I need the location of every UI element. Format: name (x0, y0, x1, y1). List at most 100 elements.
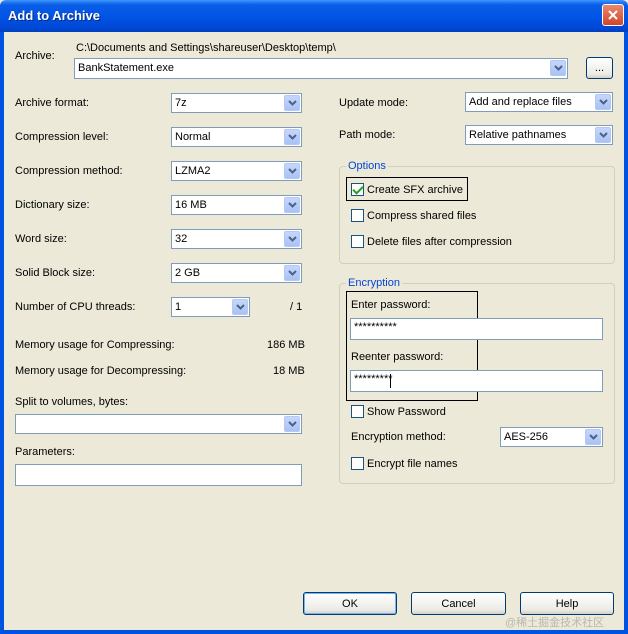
encryption-method-value: AES-256 (504, 431, 549, 443)
compression-method-dropdown-button[interactable] (284, 163, 300, 179)
path-mode-value: Relative pathnames (469, 129, 567, 141)
split-volumes-label: Split to volumes, bytes: (15, 396, 129, 408)
archive-name-combo[interactable]: BankStatement.exe (74, 58, 568, 79)
encryption-method-dropdown-button[interactable] (585, 429, 601, 445)
enter-password-value: ********** (354, 321, 397, 333)
archive-path: C:\Documents and Settings\shareuser\Desk… (76, 42, 336, 54)
update-mode-label: Update mode: (339, 97, 409, 109)
options-group-title: Options (346, 160, 388, 172)
help-button-label: Help (555, 597, 579, 610)
memory-decompress-value: 18 MB (273, 365, 305, 377)
dictionary-size-value: 16 MB (175, 199, 207, 211)
chevron-down-icon (235, 304, 245, 310)
parameters-input[interactable] (15, 464, 302, 486)
solid-block-size-dropdown-button[interactable] (284, 265, 300, 281)
cpu-threads-dropdown-button[interactable] (232, 299, 248, 315)
dictionary-size-label: Dictionary size: (15, 199, 90, 211)
reenter-password-value: ********* (354, 373, 393, 385)
title-bar[interactable]: Add to Archive (0, 0, 628, 32)
word-size-select[interactable]: 32 (171, 229, 302, 249)
create-sfx-label: Create SFX archive (367, 184, 463, 196)
solid-block-size-label: Solid Block size: (15, 267, 96, 279)
enter-password-label: Enter password: (351, 299, 431, 311)
archive-name-dropdown-button[interactable] (550, 60, 566, 76)
encryption-method-label: Encryption method: (351, 431, 446, 443)
update-mode-value: Add and replace files (469, 96, 572, 108)
compression-level-label: Compression level: (15, 131, 109, 143)
archive-name-value: BankStatement.exe (78, 62, 175, 74)
compression-method-label: Compression method: (15, 165, 123, 177)
split-volumes-combo[interactable] (15, 414, 302, 434)
solid-block-size-select[interactable]: 2 GB (171, 263, 302, 283)
path-mode-select[interactable]: Relative pathnames (465, 125, 613, 145)
ok-button-label: OK (342, 597, 358, 610)
close-icon (608, 10, 618, 20)
compress-shared-label: Compress shared files (367, 210, 477, 222)
chevron-down-icon (287, 168, 297, 174)
chevron-down-icon (588, 434, 598, 440)
archive-format-value: 7z (175, 97, 187, 109)
delete-after-label: Delete files after compression (367, 236, 512, 248)
cancel-button-label: Cancel (441, 597, 476, 610)
show-password-label: Show Password (367, 406, 446, 418)
text-cursor (390, 374, 391, 388)
word-size-label: Word size: (15, 233, 67, 245)
compression-level-dropdown-button[interactable] (284, 129, 300, 145)
browse-button[interactable]: ... (586, 57, 613, 79)
chevron-down-icon (598, 132, 608, 138)
reenter-password-input[interactable]: ********* (350, 370, 603, 392)
archive-format-select[interactable]: 7z (171, 93, 302, 113)
encrypt-names-checkbox[interactable] (351, 457, 364, 470)
window-title: Add to Archive (8, 8, 100, 23)
close-button[interactable] (602, 4, 624, 26)
ok-button[interactable]: OK (303, 592, 397, 615)
compress-shared-checkbox[interactable] (351, 209, 364, 222)
chevron-down-icon (598, 99, 608, 105)
path-mode-label: Path mode: (339, 129, 396, 141)
chevron-down-icon (287, 236, 297, 242)
encryption-group-title: Encryption (346, 277, 402, 289)
cpu-threads-value: 1 (175, 301, 182, 313)
chevron-down-icon (287, 134, 297, 140)
help-button[interactable]: Help (520, 592, 614, 615)
compression-level-select[interactable]: Normal (171, 127, 302, 147)
compression-level-value: Normal (175, 131, 211, 143)
memory-compress-label: Memory usage for Compressing: (15, 339, 175, 351)
solid-block-size-value: 2 GB (175, 267, 201, 279)
memory-decompress-label: Memory usage for Decompressing: (15, 365, 187, 377)
show-password-checkbox[interactable] (351, 405, 364, 418)
dictionary-size-select[interactable]: 16 MB (171, 195, 302, 215)
chevron-down-icon (287, 202, 297, 208)
chevron-down-icon (553, 65, 563, 71)
update-mode-dropdown-button[interactable] (595, 94, 611, 110)
chevron-down-icon (287, 421, 297, 427)
archive-format-label: Archive format: (15, 97, 89, 109)
create-sfx-checkbox[interactable] (351, 183, 364, 196)
cpu-threads-select[interactable]: 1 (171, 297, 250, 317)
compression-method-select[interactable]: LZMA2 (171, 161, 302, 181)
archive-label: Archive: (15, 50, 55, 62)
cancel-button[interactable]: Cancel (411, 592, 506, 615)
word-size-dropdown-button[interactable] (284, 231, 300, 247)
reenter-password-label: Reenter password: (351, 351, 444, 363)
encryption-method-select[interactable]: AES-256 (500, 427, 603, 447)
browse-button-label: ... (594, 62, 605, 74)
window-frame-bottom (0, 630, 628, 634)
window-frame-right (624, 32, 628, 634)
compression-method-value: LZMA2 (175, 165, 211, 177)
cpu-threads-label: Number of CPU threads: (15, 301, 136, 313)
chevron-down-icon (287, 100, 297, 106)
word-size-value: 32 (175, 233, 188, 245)
delete-after-checkbox[interactable] (351, 235, 364, 248)
archive-format-dropdown-button[interactable] (284, 95, 300, 111)
memory-compress-value: 186 MB (267, 339, 305, 351)
chevron-down-icon (287, 270, 297, 276)
update-mode-select[interactable]: Add and replace files (465, 92, 613, 112)
path-mode-dropdown-button[interactable] (595, 127, 611, 143)
encrypt-names-label: Encrypt file names (367, 458, 458, 470)
dictionary-size-dropdown-button[interactable] (284, 197, 300, 213)
split-volumes-dropdown-button[interactable] (284, 416, 300, 432)
cpu-threads-total: / 1 (290, 301, 303, 313)
enter-password-input[interactable]: ********** (350, 318, 603, 340)
parameters-label: Parameters: (15, 446, 75, 458)
